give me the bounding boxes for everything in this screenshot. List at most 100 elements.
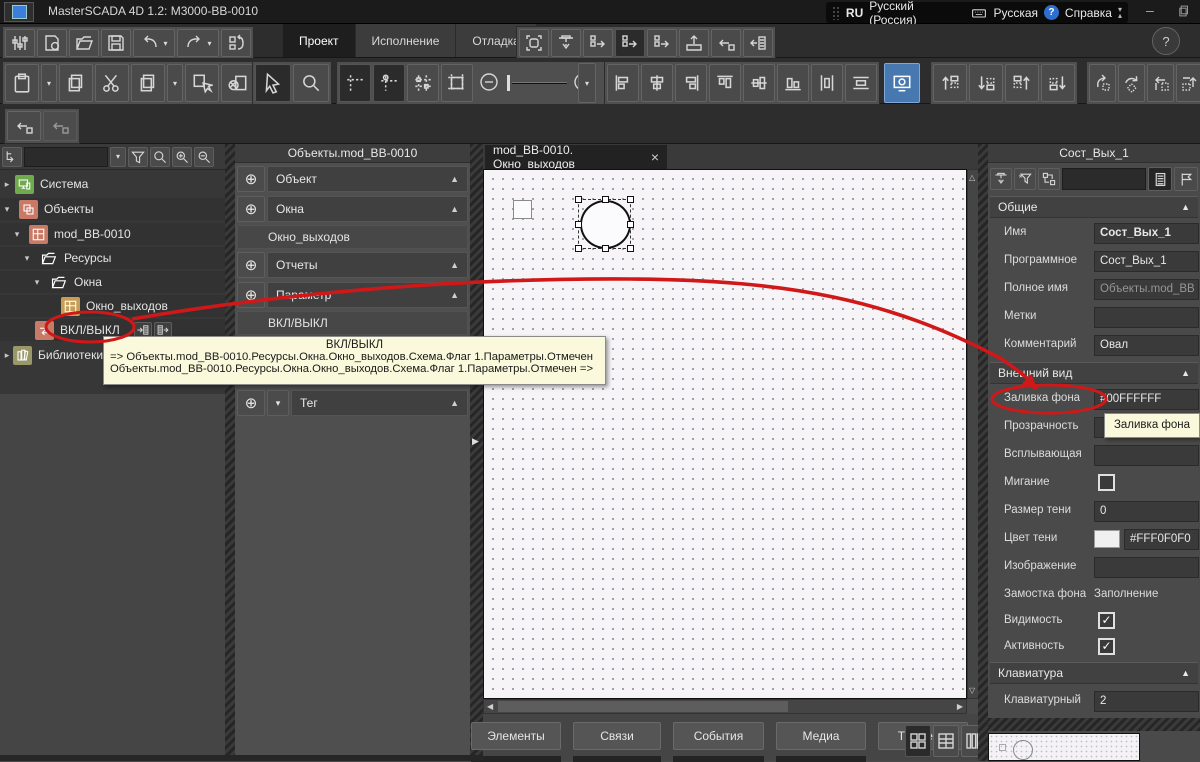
restore-button[interactable] xyxy=(1176,4,1192,18)
export-tree-2-button[interactable] xyxy=(615,29,645,57)
collapse-icon[interactable]: ▲ xyxy=(450,204,459,214)
item-out-window[interactable]: Окно_выходов xyxy=(237,225,468,249)
send-backward-button[interactable] xyxy=(1041,64,1075,102)
resize-handle-s[interactable] xyxy=(602,245,609,252)
prop-expand-button[interactable] xyxy=(990,168,1012,190)
resize-handle-sw[interactable] xyxy=(575,245,582,252)
prop-flag-button[interactable] xyxy=(1174,167,1198,191)
add-window-button[interactable]: ⊕ xyxy=(237,196,265,222)
align-bottom-button[interactable] xyxy=(777,64,809,102)
collapse-icon[interactable]: ▲ xyxy=(450,290,459,300)
select-copy-button[interactable] xyxy=(185,64,219,102)
language-name[interactable]: Русский (Россия) xyxy=(869,0,963,27)
paste-button[interactable] xyxy=(5,64,39,102)
undo-button[interactable]: ▾ xyxy=(133,29,175,57)
add-report-button[interactable]: ⊕ xyxy=(237,252,265,278)
tree-filter-button[interactable] xyxy=(128,147,148,167)
shadow-color-swatch[interactable] xyxy=(1094,530,1120,548)
zoom-options-dropdown[interactable]: ▾ xyxy=(578,63,596,103)
collapse-icon[interactable]: ▲ xyxy=(450,260,459,270)
section-tag-bar[interactable]: Тег▲ xyxy=(291,390,468,416)
distribute-h-button[interactable] xyxy=(811,64,843,102)
help-label[interactable]: Справка xyxy=(1065,6,1112,20)
rotate-free-button[interactable] xyxy=(1118,64,1145,102)
tab-links[interactable]: Связи xyxy=(573,722,661,750)
dock-panel-button[interactable] xyxy=(743,29,773,57)
resize-handle-ne[interactable] xyxy=(627,196,634,203)
resize-handle-n[interactable] xyxy=(602,196,609,203)
item-on-off[interactable]: ВКЛ/ВЫКЛ xyxy=(237,311,468,335)
open-project-button[interactable] xyxy=(69,29,99,57)
tree-item-windows[interactable]: ▾ Окна xyxy=(0,271,225,293)
popup-input[interactable] xyxy=(1094,445,1199,466)
section-reports-bar[interactable]: Отчеты▲ xyxy=(267,252,468,278)
tab-runtime[interactable]: Исполнение xyxy=(356,24,457,57)
options-button[interactable] xyxy=(5,29,35,57)
tree-find-button[interactable] xyxy=(150,147,170,167)
shadow-size-input[interactable]: 0 xyxy=(1094,501,1199,522)
tree-item-objects[interactable]: ▾ Объекты xyxy=(0,198,225,220)
scroll-down-icon[interactable]: ▽ xyxy=(969,686,975,695)
import-button[interactable] xyxy=(679,29,709,57)
paste-dropdown[interactable]: ▾ xyxy=(41,64,57,102)
resize-handle-se[interactable] xyxy=(627,245,634,252)
tree-item-module[interactable]: ▾ mod_BB-0010 xyxy=(0,223,225,245)
move-up-button[interactable] xyxy=(1176,64,1200,102)
refresh-project-button[interactable] xyxy=(221,29,251,57)
tree-search-input[interactable] xyxy=(24,147,108,167)
expander-icon[interactable]: ▸ xyxy=(2,350,12,361)
expander-icon[interactable]: ▾ xyxy=(2,204,12,215)
grid-frame-button[interactable] xyxy=(441,64,473,102)
attach-left-button[interactable] xyxy=(7,111,41,141)
close-tab-icon[interactable]: × xyxy=(651,149,659,165)
prop-filter-input[interactable] xyxy=(1062,168,1146,190)
zoom-tool-button[interactable] xyxy=(293,64,329,102)
tab-media[interactable]: Медиа xyxy=(776,722,866,750)
tree-item-resources[interactable]: ▾ Ресурсы xyxy=(0,247,225,269)
section-parameter-bar[interactable]: Параметр▲ xyxy=(267,282,468,308)
canvas-ellipse-element[interactable] xyxy=(580,200,631,249)
comment-input[interactable]: Овал xyxy=(1094,335,1199,356)
tree-search-dropdown[interactable]: ▾ xyxy=(110,147,126,167)
zoom-slider[interactable] xyxy=(507,64,567,102)
duplicate-button[interactable] xyxy=(131,64,165,102)
add-tag-button[interactable]: ⊕ xyxy=(237,390,265,416)
prog-name-input[interactable]: Сост_Вых_1 xyxy=(1094,251,1199,272)
language-bar[interactable]: RU Русский (Россия) Русская ? Справка ▾▴ xyxy=(826,2,1128,23)
app-menu-button[interactable] xyxy=(4,2,34,22)
pointer-tool-button[interactable] xyxy=(255,64,291,102)
hscroll-thumb[interactable] xyxy=(498,701,788,712)
tree-sort-button[interactable] xyxy=(2,147,22,167)
key-number-input[interactable]: 2 xyxy=(1094,691,1199,712)
add-object-button[interactable]: ⊕ xyxy=(237,166,265,192)
collapse-icon[interactable]: ▲ xyxy=(1181,668,1190,678)
attach-left-2-button[interactable] xyxy=(43,111,77,141)
show-grid-button[interactable] xyxy=(339,64,371,102)
tab-project[interactable]: Проект xyxy=(283,24,356,57)
group-general[interactable]: Общие▲ xyxy=(990,196,1198,218)
image-input[interactable] xyxy=(1094,557,1199,578)
align-center-h-button[interactable] xyxy=(641,64,673,102)
splitter-object-canvas[interactable]: ▶ xyxy=(470,144,483,761)
tag-options-button[interactable]: ▾ xyxy=(267,390,289,416)
zoom-out-button[interactable] xyxy=(475,64,505,102)
design-canvas[interactable] xyxy=(483,169,967,699)
tab-elements[interactable]: Элементы xyxy=(471,722,561,750)
blink-checkbox[interactable] xyxy=(1098,474,1115,491)
canvas-hscrollbar[interactable]: ◀ ▶ xyxy=(483,699,967,714)
preview-button[interactable] xyxy=(884,63,920,103)
copy-button[interactable] xyxy=(59,64,93,102)
activity-checkbox[interactable]: ✓ xyxy=(1098,638,1115,655)
apply-down-button[interactable] xyxy=(551,29,581,57)
expander-icon[interactable]: ▾ xyxy=(22,253,32,264)
bg-tile-value[interactable]: Заполнение xyxy=(1094,588,1158,600)
tree-item-system[interactable]: ▸ Система xyxy=(0,173,225,195)
duplicate-dropdown[interactable]: ▾ xyxy=(167,64,183,102)
resize-handle-e[interactable] xyxy=(627,221,634,228)
cut-button[interactable] xyxy=(95,64,129,102)
align-top-button[interactable] xyxy=(709,64,741,102)
splitter-canvas-properties[interactable] xyxy=(978,144,988,761)
collapse-icon[interactable]: ▲ xyxy=(450,398,459,408)
bring-to-front-button[interactable] xyxy=(933,64,967,102)
section-windows-bar[interactable]: Окна▲ xyxy=(267,196,468,222)
